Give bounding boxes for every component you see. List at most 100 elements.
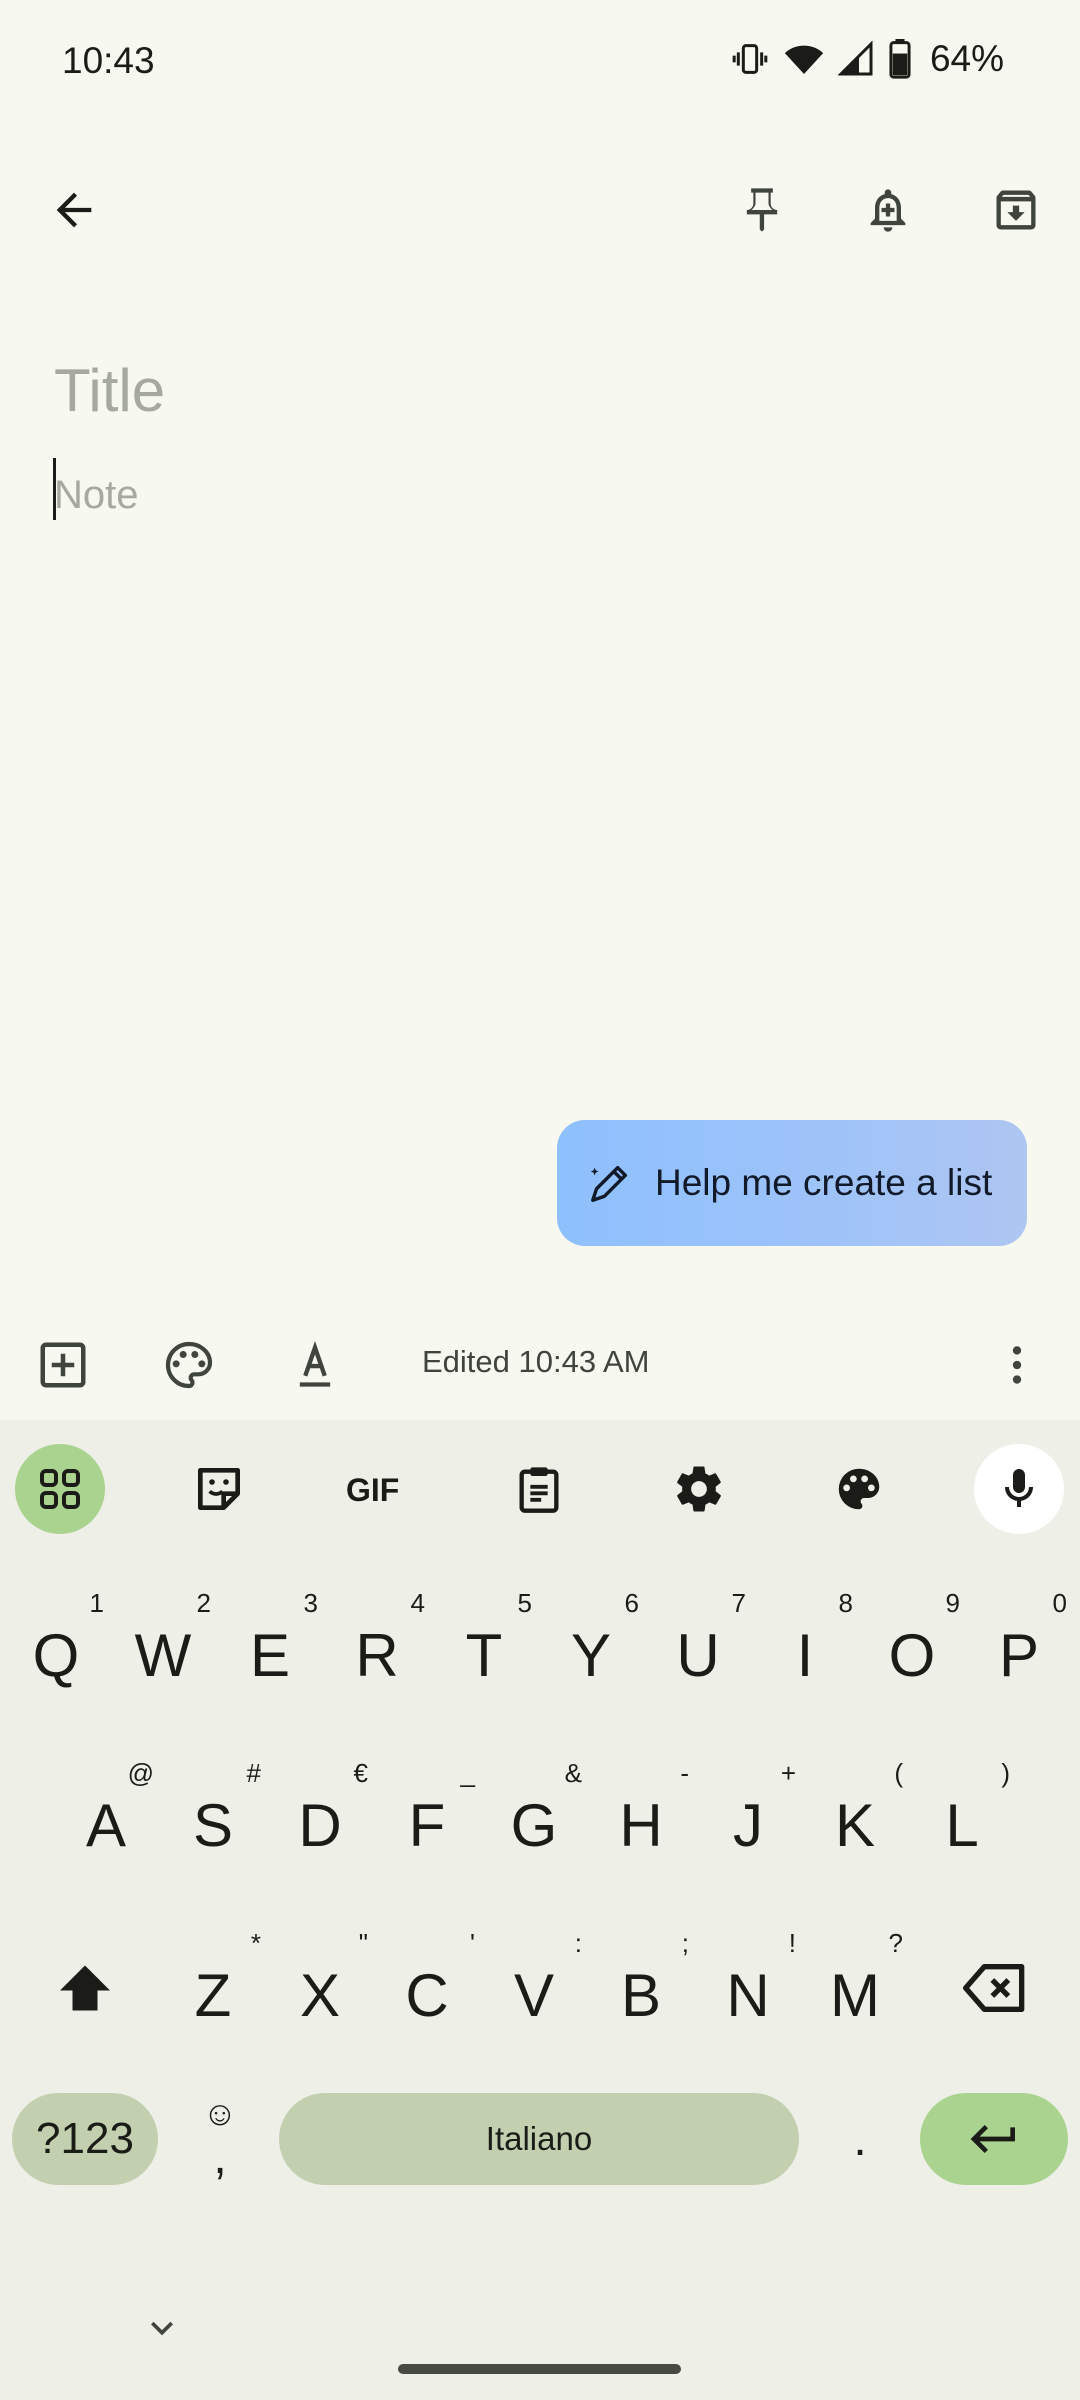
palette-icon xyxy=(838,1468,880,1510)
hide-keyboard-button[interactable] xyxy=(140,2306,184,2355)
voice-input-button[interactable] xyxy=(974,1444,1064,1534)
key-o[interactable]: O9 xyxy=(862,1580,962,1710)
text-format-icon xyxy=(299,1341,331,1387)
archive-button[interactable] xyxy=(968,162,1064,258)
key-label: O xyxy=(888,1621,936,1689)
comma-label: , xyxy=(213,2131,227,2184)
key-label: D xyxy=(298,1791,342,1859)
gif-icon: GIF xyxy=(346,1472,399,1508)
key-hint: - xyxy=(680,1758,689,1788)
key-hint: 9 xyxy=(945,1588,960,1618)
key-n[interactable]: N! xyxy=(698,1920,798,2050)
key-label: L xyxy=(945,1791,979,1859)
key-f[interactable]: F _ xyxy=(377,1750,477,1880)
battery-percent: 64% xyxy=(929,38,1004,79)
key-m[interactable]: M? xyxy=(805,1920,905,2050)
key-z[interactable]: Z * xyxy=(163,1920,263,2050)
background-options-button[interactable] xyxy=(144,1320,234,1410)
keyboard-settings-button[interactable] xyxy=(654,1444,744,1534)
cell-signal-icon xyxy=(837,41,874,77)
key-label: Y xyxy=(570,1621,612,1689)
key-hint: ? xyxy=(888,1928,903,1958)
key-x[interactable]: X " xyxy=(270,1920,370,2050)
title-input[interactable] xyxy=(54,350,1024,430)
key-g[interactable]: G & xyxy=(484,1750,584,1880)
sticker-button[interactable] xyxy=(174,1444,264,1534)
palette-icon xyxy=(165,1341,213,1389)
battery-icon xyxy=(888,39,912,79)
key-y[interactable]: Y6 xyxy=(541,1580,641,1710)
period-key[interactable]: . xyxy=(820,2093,900,2185)
key-hint: & xyxy=(564,1758,582,1788)
key-hint: + xyxy=(780,1758,796,1788)
keyboard-apps-button[interactable] xyxy=(15,1444,105,1534)
reminder-button[interactable] xyxy=(840,162,936,258)
key-label: X xyxy=(299,1961,341,2029)
key-hint: ; xyxy=(681,1928,689,1958)
key-hint: ) xyxy=(1001,1758,1010,1788)
key-l[interactable]: L) xyxy=(912,1750,1012,1880)
add-content-button[interactable] xyxy=(18,1320,108,1410)
key-u[interactable]: U7 xyxy=(648,1580,748,1710)
key-hint: 8 xyxy=(838,1588,853,1618)
back-button[interactable] xyxy=(26,162,122,258)
enter-icon xyxy=(970,2125,1015,2153)
comma-key[interactable]: ☺ , xyxy=(180,2073,260,2203)
key-p[interactable]: P0 xyxy=(969,1580,1069,1710)
key-h[interactable]: H- xyxy=(591,1750,691,1880)
shift-key[interactable] xyxy=(30,1933,140,2043)
key-s[interactable]: S # xyxy=(163,1750,263,1880)
key-j[interactable]: J + xyxy=(698,1750,798,1880)
symbols-key[interactable]: ?123 xyxy=(12,2093,158,2185)
key-b[interactable]: B; xyxy=(591,1920,691,2050)
key-label: F xyxy=(408,1791,446,1859)
key-label: W xyxy=(134,1621,192,1689)
key-k[interactable]: K( xyxy=(805,1750,905,1880)
key-hint: 6 xyxy=(624,1588,639,1618)
key-label: V xyxy=(513,1961,555,2029)
key-label: Q xyxy=(32,1621,80,1689)
key-hint: 1 xyxy=(89,1588,104,1618)
key-a[interactable]: A @ xyxy=(56,1750,156,1880)
clipboard-icon xyxy=(519,1467,559,1513)
key-r[interactable]: R4 xyxy=(327,1580,427,1710)
help-me-create-list-button[interactable]: Help me create a list xyxy=(557,1120,1027,1246)
key-hint: ' xyxy=(470,1928,475,1958)
text-format-button[interactable] xyxy=(270,1320,360,1410)
key-label: B xyxy=(620,1961,662,2029)
key-q[interactable]: Q1 xyxy=(6,1580,106,1710)
keyboard-theme-button[interactable] xyxy=(814,1444,904,1534)
status-bar: 10:43 64% xyxy=(0,0,1080,126)
backspace-key[interactable] xyxy=(940,1933,1050,2043)
more-options-button[interactable] xyxy=(972,1320,1062,1410)
key-c[interactable]: C ' xyxy=(377,1920,477,2050)
home-indicator[interactable] xyxy=(398,2364,681,2374)
svg-text:GIF: GIF xyxy=(346,1472,399,1508)
top-app-bar xyxy=(0,150,1080,270)
key-w[interactable]: W2 xyxy=(113,1580,213,1710)
key-hint: * xyxy=(250,1928,261,1958)
enter-key[interactable] xyxy=(920,2093,1068,2185)
bell-plus-icon xyxy=(870,189,906,232)
pin-button[interactable] xyxy=(714,162,810,258)
key-hint: # xyxy=(246,1758,261,1788)
clipboard-button[interactable] xyxy=(494,1444,584,1534)
pin-icon xyxy=(746,188,778,232)
key-label: H xyxy=(619,1791,663,1859)
magic-pen-icon xyxy=(590,1165,628,1202)
space-key[interactable]: Italiano xyxy=(279,2093,799,2185)
key-label: K xyxy=(834,1791,876,1859)
sticker-icon xyxy=(198,1468,241,1510)
emoji-hint: ☺ xyxy=(202,2095,238,2133)
key-v[interactable]: V: xyxy=(484,1920,584,2050)
key-i[interactable]: I8 xyxy=(755,1580,855,1710)
key-hint: " xyxy=(358,1928,368,1958)
edited-timestamp: Edited 10:43 AM xyxy=(422,1344,650,1379)
key-t[interactable]: T5 xyxy=(434,1580,534,1710)
key-hint: 3 xyxy=(303,1588,318,1618)
key-d[interactable]: D € xyxy=(270,1750,370,1880)
note-input[interactable] xyxy=(54,460,1024,530)
key-e[interactable]: E3 xyxy=(220,1580,320,1710)
status-icons: 64% xyxy=(730,38,1004,80)
gif-button[interactable]: GIF xyxy=(334,1444,424,1534)
